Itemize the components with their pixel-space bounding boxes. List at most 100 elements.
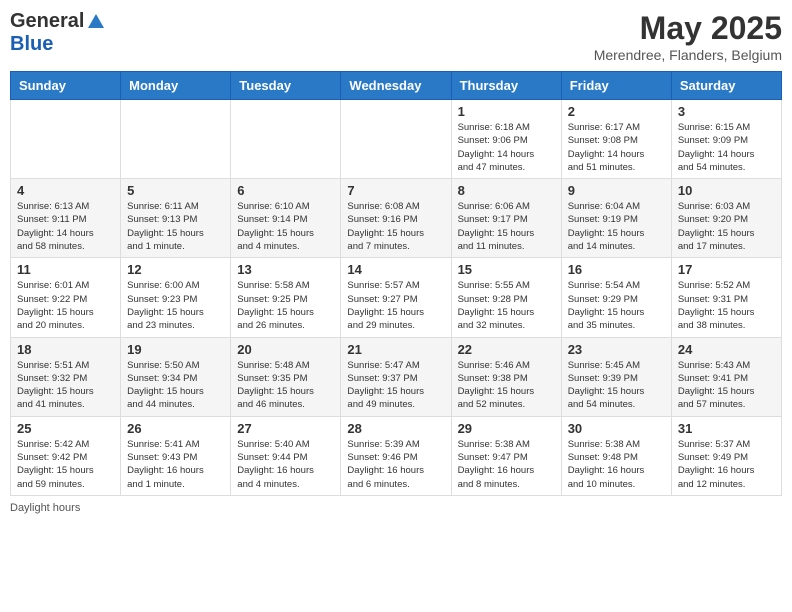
daylight-label: Daylight hours <box>10 502 80 514</box>
day-number: 15 <box>458 262 555 277</box>
day-number: 29 <box>458 421 555 436</box>
day-info: Sunrise: 5:38 AM Sunset: 9:47 PM Dayligh… <box>458 438 555 491</box>
day-info: Sunrise: 6:08 AM Sunset: 9:16 PM Dayligh… <box>347 200 444 253</box>
day-info: Sunrise: 5:47 AM Sunset: 9:37 PM Dayligh… <box>347 359 444 412</box>
day-info: Sunrise: 5:50 AM Sunset: 9:34 PM Dayligh… <box>127 359 224 412</box>
day-info: Sunrise: 5:38 AM Sunset: 9:48 PM Dayligh… <box>568 438 665 491</box>
day-number: 26 <box>127 421 224 436</box>
day-info: Sunrise: 5:43 AM Sunset: 9:41 PM Dayligh… <box>678 359 775 412</box>
day-number: 21 <box>347 342 444 357</box>
day-number: 8 <box>458 183 555 198</box>
calendar-day-header: Tuesday <box>231 72 341 100</box>
logo-general-text: General <box>10 10 84 33</box>
day-number: 28 <box>347 421 444 436</box>
day-number: 23 <box>568 342 665 357</box>
calendar-cell: 9 Sunrise: 6:04 AM Sunset: 9:19 PM Daylig… <box>561 179 671 258</box>
day-info: Sunrise: 6:10 AM Sunset: 9:14 PM Dayligh… <box>237 200 334 253</box>
day-info: Sunrise: 5:42 AM Sunset: 9:42 PM Dayligh… <box>17 438 114 491</box>
calendar-cell: 1 Sunrise: 6:18 AM Sunset: 9:06 PM Daylig… <box>451 100 561 179</box>
day-info: Sunrise: 6:01 AM Sunset: 9:22 PM Dayligh… <box>17 279 114 332</box>
day-number: 6 <box>237 183 334 198</box>
calendar-cell: 15 Sunrise: 5:55 AM Sunset: 9:28 PM Dayli… <box>451 258 561 337</box>
calendar-cell: 10Sunrise: 6:03 AM Sunset: 9:20 PM Dayli… <box>671 179 781 258</box>
day-number: 25 <box>17 421 114 436</box>
calendar-cell: 2 Sunrise: 6:17 AM Sunset: 9:08 PM Daylig… <box>561 100 671 179</box>
day-number: 13 <box>237 262 334 277</box>
calendar-cell: 12Sunrise: 6:00 AM Sunset: 9:23 PM Dayli… <box>121 258 231 337</box>
logo-blue-text: Blue <box>10 33 53 56</box>
calendar-cell: 7Sunrise: 6:08 AM Sunset: 9:16 PM Daylig… <box>341 179 451 258</box>
day-info: Sunrise: 5:40 AM Sunset: 9:44 PM Dayligh… <box>237 438 334 491</box>
day-info: Sunrise: 5:52 AM Sunset: 9:31 PM Dayligh… <box>678 279 775 332</box>
calendar-cell: 11 Sunrise: 6:01 AM Sunset: 9:22 PM Dayli… <box>11 258 121 337</box>
logo-icon <box>86 12 106 32</box>
day-number: 19 <box>127 342 224 357</box>
calendar-day-header: Wednesday <box>341 72 451 100</box>
day-number: 1 <box>458 104 555 119</box>
day-info: Sunrise: 5:54 AM Sunset: 9:29 PM Dayligh… <box>568 279 665 332</box>
month-title: May 2025 <box>594 10 782 47</box>
calendar-cell: 28Sunrise: 5:39 AM Sunset: 9:46 PM Dayli… <box>341 416 451 495</box>
calendar-cell <box>11 100 121 179</box>
day-number: 30 <box>568 421 665 436</box>
day-info: Sunrise: 5:46 AM Sunset: 9:38 PM Dayligh… <box>458 359 555 412</box>
day-number: 27 <box>237 421 334 436</box>
day-info: Sunrise: 5:55 AM Sunset: 9:28 PM Dayligh… <box>458 279 555 332</box>
day-number: 9 <box>568 183 665 198</box>
calendar-day-header: Monday <box>121 72 231 100</box>
calendar-cell: 30 Sunrise: 5:38 AM Sunset: 9:48 PM Dayli… <box>561 416 671 495</box>
day-info: Sunrise: 6:03 AM Sunset: 9:20 PM Dayligh… <box>678 200 775 253</box>
calendar-cell: 22 Sunrise: 5:46 AM Sunset: 9:38 PM Dayli… <box>451 337 561 416</box>
calendar-week-row: 4Sunrise: 6:13 AM Sunset: 9:11 PM Daylig… <box>11 179 782 258</box>
calendar-cell <box>121 100 231 179</box>
day-info: Sunrise: 5:58 AM Sunset: 9:25 PM Dayligh… <box>237 279 334 332</box>
day-info: Sunrise: 5:45 AM Sunset: 9:39 PM Dayligh… <box>568 359 665 412</box>
day-info: Sunrise: 6:13 AM Sunset: 9:11 PM Dayligh… <box>17 200 114 253</box>
day-info: Sunrise: 5:57 AM Sunset: 9:27 PM Dayligh… <box>347 279 444 332</box>
calendar-cell: 17 Sunrise: 5:52 AM Sunset: 9:31 PM Dayli… <box>671 258 781 337</box>
calendar-cell: 23 Sunrise: 5:45 AM Sunset: 9:39 PM Dayli… <box>561 337 671 416</box>
day-number: 2 <box>568 104 665 119</box>
day-number: 20 <box>237 342 334 357</box>
day-number: 31 <box>678 421 775 436</box>
calendar-cell: 27 Sunrise: 5:40 AM Sunset: 9:44 PM Dayli… <box>231 416 341 495</box>
day-info: Sunrise: 6:00 AM Sunset: 9:23 PM Dayligh… <box>127 279 224 332</box>
day-number: 16 <box>568 262 665 277</box>
day-number: 5 <box>127 183 224 198</box>
day-info: Sunrise: 6:15 AM Sunset: 9:09 PM Dayligh… <box>678 121 775 174</box>
day-info: Sunrise: 6:18 AM Sunset: 9:06 PM Dayligh… <box>458 121 555 174</box>
day-info: Sunrise: 5:51 AM Sunset: 9:32 PM Dayligh… <box>17 359 114 412</box>
calendar-cell: 24 Sunrise: 5:43 AM Sunset: 9:41 PM Dayli… <box>671 337 781 416</box>
day-number: 17 <box>678 262 775 277</box>
calendar-cell: 16 Sunrise: 5:54 AM Sunset: 9:29 PM Dayli… <box>561 258 671 337</box>
calendar-cell: 13 Sunrise: 5:58 AM Sunset: 9:25 PM Dayli… <box>231 258 341 337</box>
logo: General Blue <box>10 10 106 56</box>
calendar-cell: 25 Sunrise: 5:42 AM Sunset: 9:42 PM Dayli… <box>11 416 121 495</box>
day-info: Sunrise: 6:06 AM Sunset: 9:17 PM Dayligh… <box>458 200 555 253</box>
page-header: General Blue May 2025 Merendree, Flander… <box>10 10 782 63</box>
calendar-cell: 14Sunrise: 5:57 AM Sunset: 9:27 PM Dayli… <box>341 258 451 337</box>
calendar-cell: 4Sunrise: 6:13 AM Sunset: 9:11 PM Daylig… <box>11 179 121 258</box>
calendar-cell: 18Sunrise: 5:51 AM Sunset: 9:32 PM Dayli… <box>11 337 121 416</box>
calendar-cell: 6 Sunrise: 6:10 AM Sunset: 9:14 PM Daylig… <box>231 179 341 258</box>
calendar-cell: 29 Sunrise: 5:38 AM Sunset: 9:47 PM Dayli… <box>451 416 561 495</box>
calendar-cell: 19 Sunrise: 5:50 AM Sunset: 9:34 PM Dayli… <box>121 337 231 416</box>
calendar-cell <box>231 100 341 179</box>
title-section: May 2025 Merendree, Flanders, Belgium <box>594 10 782 63</box>
calendar-cell: 31 Sunrise: 5:37 AM Sunset: 9:49 PM Dayli… <box>671 416 781 495</box>
day-number: 24 <box>678 342 775 357</box>
day-number: 22 <box>458 342 555 357</box>
calendar-table: SundayMondayTuesdayWednesdayThursdayFrid… <box>10 71 782 496</box>
day-info: Sunrise: 6:04 AM Sunset: 9:19 PM Dayligh… <box>568 200 665 253</box>
day-info: Sunrise: 6:17 AM Sunset: 9:08 PM Dayligh… <box>568 121 665 174</box>
calendar-cell <box>341 100 451 179</box>
calendar-day-header: Sunday <box>11 72 121 100</box>
calendar-week-row: 18Sunrise: 5:51 AM Sunset: 9:32 PM Dayli… <box>11 337 782 416</box>
calendar-week-row: 1 Sunrise: 6:18 AM Sunset: 9:06 PM Daylig… <box>11 100 782 179</box>
day-number: 3 <box>678 104 775 119</box>
calendar-day-header: Thursday <box>451 72 561 100</box>
calendar-cell: 3 Sunrise: 6:15 AM Sunset: 9:09 PM Daylig… <box>671 100 781 179</box>
day-info: Sunrise: 5:37 AM Sunset: 9:49 PM Dayligh… <box>678 438 775 491</box>
day-number: 11 <box>17 262 114 277</box>
day-info: Sunrise: 6:11 AM Sunset: 9:13 PM Dayligh… <box>127 200 224 253</box>
